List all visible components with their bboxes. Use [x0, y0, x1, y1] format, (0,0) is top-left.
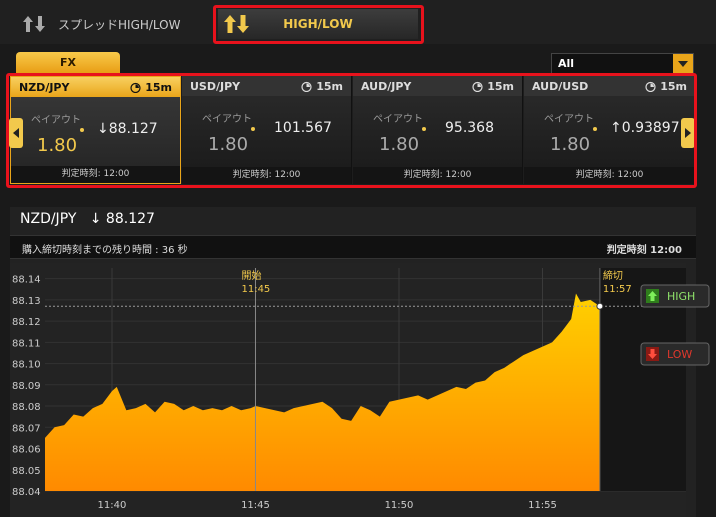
- x-tick-label: 11:50: [385, 500, 414, 511]
- x-tick-label: 11:55: [528, 500, 557, 511]
- start-label: 開始: [241, 269, 261, 282]
- high-button-label: HIGH: [667, 290, 695, 303]
- y-tick-label: 88.09: [12, 381, 41, 392]
- start-time: 11:45: [241, 284, 270, 295]
- high-button[interactable]: HIGH: [640, 284, 710, 308]
- y-tick-label: 88.04: [12, 487, 41, 498]
- y-tick-label: 88.14: [12, 275, 41, 286]
- y-tick-label: 88.08: [12, 402, 41, 413]
- y-tick-label: 88.06: [12, 445, 41, 456]
- y-tick-label: 88.13: [12, 296, 41, 307]
- y-tick-label: 88.10: [12, 360, 41, 371]
- x-tick-label: 11:40: [98, 500, 127, 511]
- close-time: 11:57: [603, 284, 632, 295]
- y-tick-label: 88.11: [12, 338, 41, 349]
- current-rate-dot: [596, 302, 604, 310]
- low-button-label: LOW: [667, 348, 692, 361]
- y-tick-label: 88.07: [12, 423, 41, 434]
- rate-chart: 88.04 88.05 88.06 88.07 88.08 88.09 88.10 88.11…: [10, 263, 710, 517]
- y-tick-label: 88.12: [12, 317, 41, 328]
- y-tick-label: 88.05: [12, 466, 41, 477]
- x-tick-label: 11:45: [241, 500, 270, 511]
- low-button[interactable]: LOW: [640, 342, 710, 366]
- close-label: 締切: [603, 269, 623, 282]
